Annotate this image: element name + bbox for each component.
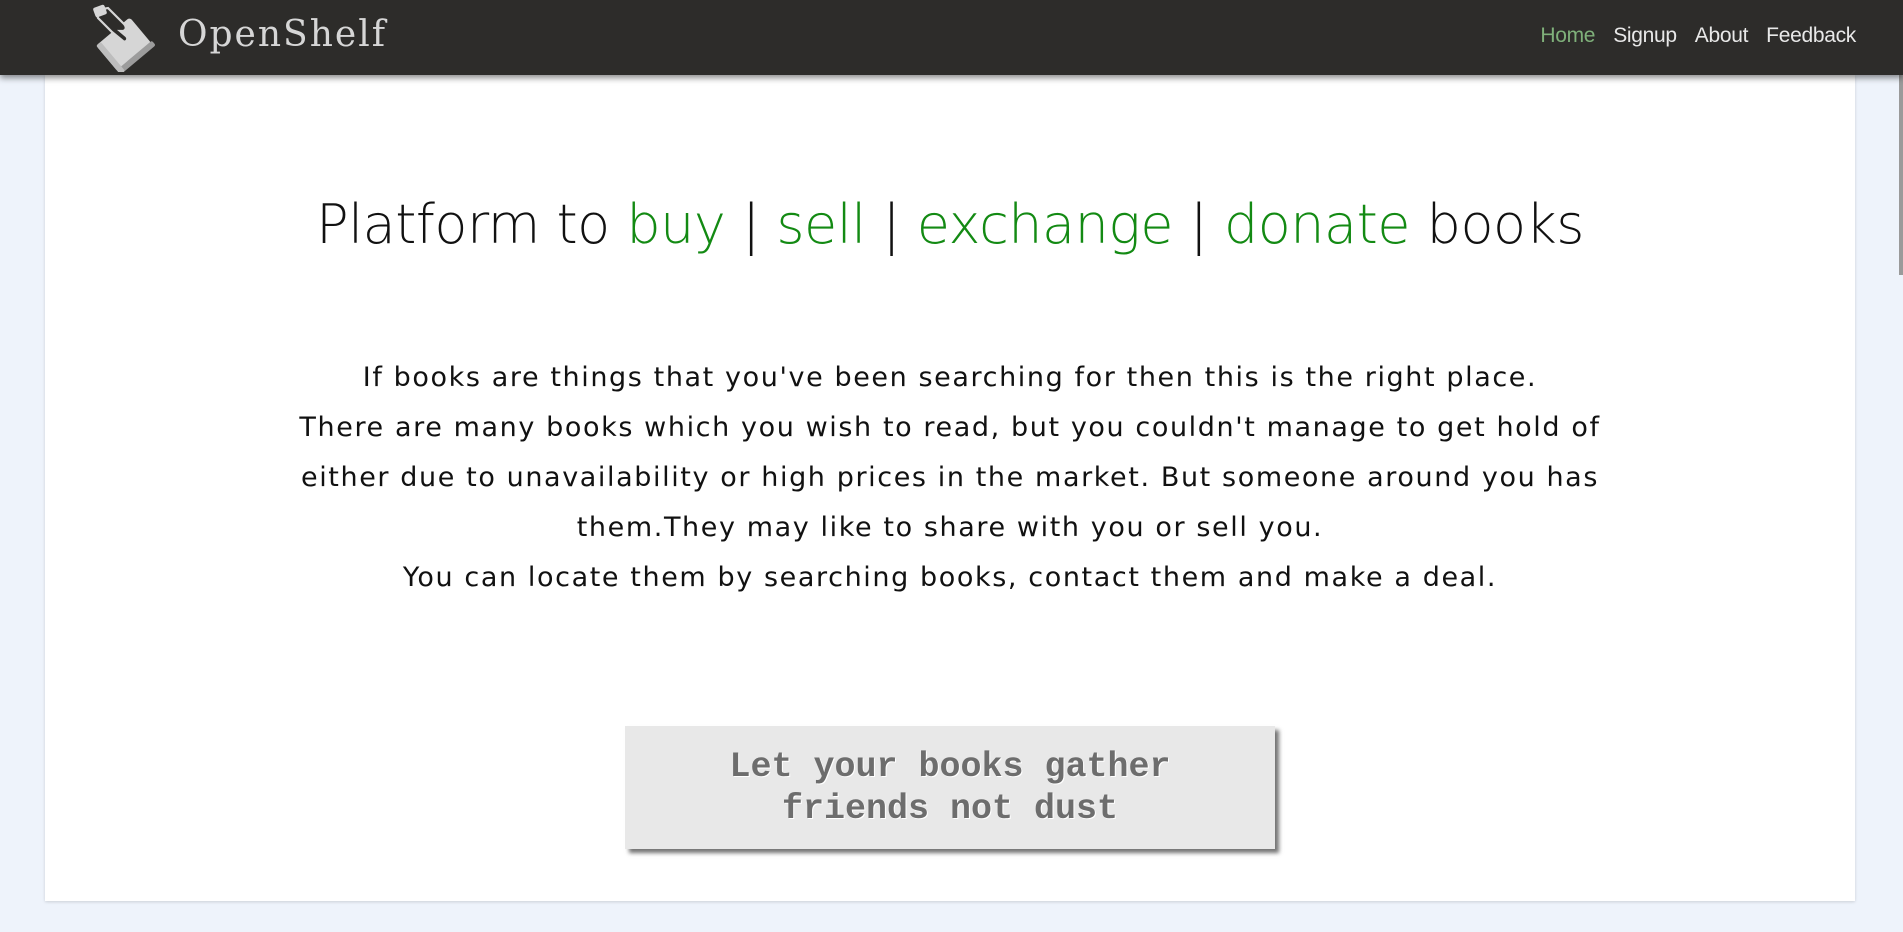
hand-holding-book-icon — [93, 4, 155, 72]
tagline-line-1: Let your books gather — [729, 746, 1171, 787]
intro-line: There are many books which you wish to r… — [299, 412, 1601, 443]
tagline-button[interactable]: Let your books gather friends not dust — [625, 726, 1275, 849]
nav-feedback-link[interactable]: Feedback — [1766, 24, 1856, 48]
hero-action-exchange: exchange — [916, 193, 1174, 256]
hero-separator: | — [741, 193, 760, 256]
hero-prefix: Platform to — [316, 193, 627, 256]
top-navbar: OpenShelf Home Signup About Feedback — [0, 0, 1903, 75]
hero-separator: | — [882, 193, 901, 256]
intro-text: If books are things that you've been sea… — [45, 353, 1855, 603]
hero-action-donate: donate — [1223, 193, 1411, 256]
nav-home-link[interactable]: Home — [1540, 24, 1595, 48]
intro-line: If books are things that you've been sea… — [362, 362, 1538, 393]
hero-action-sell: sell — [776, 193, 866, 256]
hero-suffix: books — [1426, 193, 1585, 256]
hero-headline: Platform to buy | sell | exchange | dona… — [45, 193, 1855, 256]
intro-line: You can locate them by searching books, … — [402, 562, 1498, 593]
main-card: Platform to buy | sell | exchange | dona… — [45, 75, 1855, 901]
brand-name: OpenShelf — [178, 14, 388, 55]
nav-about-link[interactable]: About — [1695, 24, 1749, 48]
hero-separator: | — [1189, 193, 1208, 256]
brand[interactable]: OpenShelf — [90, 4, 387, 72]
scrollbar-thumb[interactable] — [1899, 75, 1903, 275]
intro-line: either due to unavailability or high pri… — [300, 462, 1599, 493]
tagline-line-2: friends not dust — [781, 788, 1119, 829]
main-nav: Home Signup About Feedback — [1522, 24, 1856, 48]
intro-line: them.They may like to share with you or … — [576, 512, 1324, 543]
nav-signup-link[interactable]: Signup — [1613, 24, 1677, 48]
hero-action-buy: buy — [626, 193, 726, 256]
